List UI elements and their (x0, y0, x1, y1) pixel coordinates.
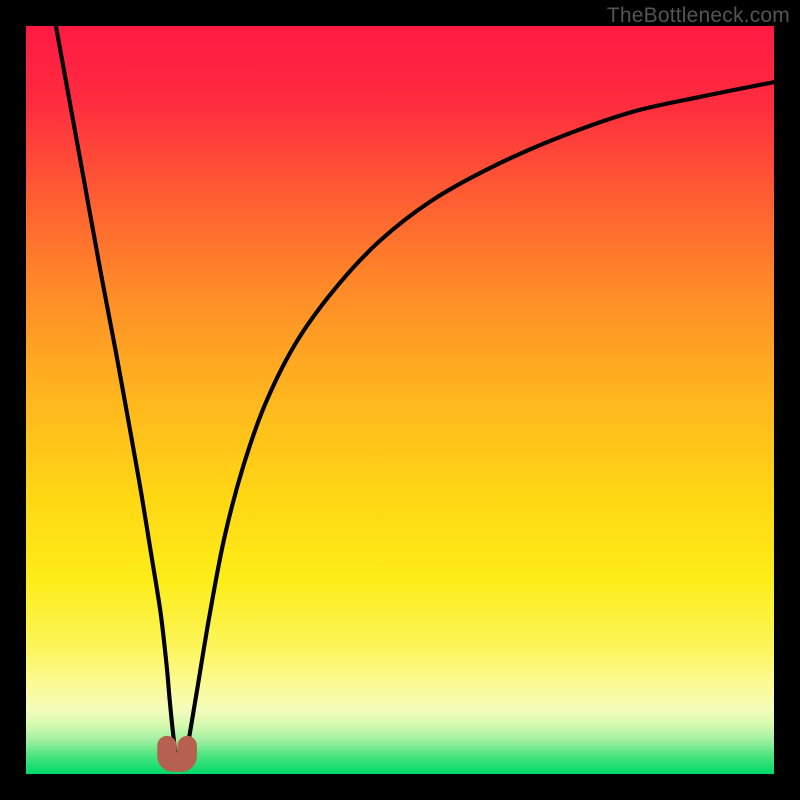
curve-layer (26, 26, 774, 774)
chart-frame: TheBottleneck.com (0, 0, 800, 800)
optimum-marker (167, 746, 187, 762)
plot-area (26, 26, 774, 774)
bottleneck-curve (56, 26, 774, 763)
watermark-text: TheBottleneck.com (607, 4, 790, 28)
